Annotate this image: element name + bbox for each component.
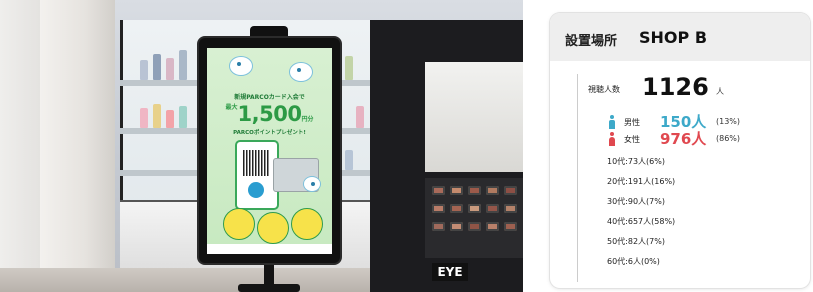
eyeshadow-pan xyxy=(432,222,445,231)
age-group-10s: 10代:73人(6%) xyxy=(607,157,665,166)
store-pillar xyxy=(40,0,115,292)
location-label: 設置場所 xyxy=(565,34,618,49)
location-value: SHOP B xyxy=(639,28,708,47)
promo-amount-suffix: 円分 xyxy=(301,116,314,123)
female-label: 女性 xyxy=(624,135,640,144)
product-bottle xyxy=(140,108,148,128)
mascot-icon xyxy=(289,62,313,82)
stats-panel: 設置場所 SHOP B 視聴人数 1126 人 男性 150人 (13%) 女性… xyxy=(550,13,810,288)
age-group-30s: 30代:90人(7%) xyxy=(607,197,665,206)
eyeshadow-pan xyxy=(504,204,517,213)
promo-subline: PARCOポイントプレゼント! xyxy=(233,130,306,136)
panel-header: 設置場所 SHOP B xyxy=(550,13,810,61)
screen-footer xyxy=(207,244,332,254)
product-bottle xyxy=(153,54,161,80)
cabinet-panel xyxy=(425,62,523,172)
age-group-20s: 20代:191人(16%) xyxy=(607,177,676,186)
eyeshadow-pan xyxy=(468,186,481,195)
eyeshadow-pan xyxy=(486,186,499,195)
benefit-badge xyxy=(291,208,323,240)
promo-amount-prefix: 最大 xyxy=(225,104,238,111)
divider-line xyxy=(577,74,578,282)
benefit-badge xyxy=(223,208,255,240)
eyeshadow-pan xyxy=(486,204,499,213)
product-bottle xyxy=(179,50,187,80)
eyeshadow-pan xyxy=(468,222,481,231)
promo-headline: 新規PARCOカード入会で xyxy=(234,94,305,101)
app-logo-icon xyxy=(248,182,264,198)
eyeshadow-pan xyxy=(504,222,517,231)
eye-sign: EYE xyxy=(432,263,468,281)
male-label: 男性 xyxy=(624,118,640,127)
store-photo: EYE 新規PARCOカード入会で 最大1,500円分 PARCOポイントプレゼ… xyxy=(0,0,523,292)
promo-amount-number: 1,500 xyxy=(237,102,302,126)
mascot-icon xyxy=(303,176,321,192)
kiosk-screen: 新規PARCOカード入会で 最大1,500円分 PARCOポイントプレゼント! xyxy=(207,48,332,254)
promo-amount: 最大1,500円分 xyxy=(207,102,332,126)
eyeshadow-pan xyxy=(432,204,445,213)
female-icon xyxy=(608,132,616,146)
female-count: 976人 xyxy=(660,130,707,148)
benefit-badge xyxy=(257,212,289,244)
product-bottle xyxy=(166,58,174,80)
product-bottle xyxy=(356,106,364,128)
product-bottle xyxy=(153,104,161,128)
eyeshadow-pan xyxy=(450,204,463,213)
female-percent: (86%) xyxy=(716,134,741,143)
eyeshadow-pan xyxy=(504,186,517,195)
eyeshadow-pan xyxy=(450,186,463,195)
viewers-count: 1126 xyxy=(642,73,709,101)
male-percent: (13%) xyxy=(716,117,741,126)
kiosk-base xyxy=(238,284,300,292)
eyeshadow-pan xyxy=(486,222,499,231)
product-bottle xyxy=(140,60,148,80)
age-group-60s: 60代:6人(0%) xyxy=(607,257,660,266)
signage-kiosk: 新規PARCOカード入会で 最大1,500円分 PARCOポイントプレゼント! xyxy=(199,38,340,263)
mascot-icon xyxy=(229,56,253,76)
product-bottle xyxy=(166,110,174,128)
qr-code-icon xyxy=(243,150,269,176)
product-bottle xyxy=(179,106,187,128)
viewers-unit: 人 xyxy=(716,87,724,96)
eyeshadow-pan xyxy=(468,204,481,213)
age-group-40s: 40代:657人(58%) xyxy=(607,217,676,226)
product-bottle xyxy=(345,150,353,170)
eyeshadow-pan xyxy=(450,222,463,231)
product-bottle xyxy=(345,56,353,80)
eyeshadow-pan xyxy=(432,186,445,195)
age-group-50s: 50代:82人(7%) xyxy=(607,237,665,246)
viewers-label: 視聴人数 xyxy=(588,85,620,94)
male-icon xyxy=(608,115,616,129)
